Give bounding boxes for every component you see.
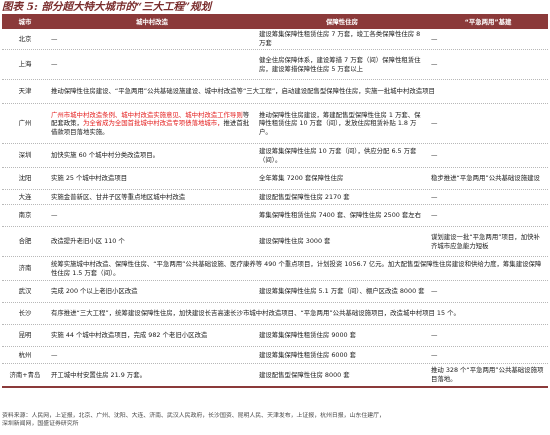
housing-cell: 推动保障性住房建设，筹建配售型保障性住房 1 万套、保障性租赁住房 10 万套（…: [259, 110, 421, 136]
city-cell: 合肥: [18, 237, 32, 246]
housing-cell: 建设配售型保障性住房 8000 套: [259, 370, 350, 379]
housing-cell: 全年筹集 7200 套保障性住房: [259, 174, 344, 183]
housing-cell: 健全住房保障体系，建设筹措 7 万套（间）保障性租赁住房，建设筹措保障性住房 5…: [259, 55, 421, 73]
figure-title: 图表 5: 部分超大特大城市的“三大工程”规划: [2, 1, 212, 13]
renewal-cell: 改造提升老旧小区 110 个: [51, 237, 125, 246]
renewal-cell: 广州市城中村改造条例、城中村改造实施意见、城中村改造工作导则等配套政策，为全省成…: [51, 110, 250, 136]
source-line: 资料来源：人民网，上证报，北京、广州、沈阳、大连、济南、武汉人民政府，长沙国资、…: [2, 413, 385, 419]
table-row: 昆明 实施 44 个城中村改造项目，完成 982 个老旧小区改造 建设筹集保障性…: [2, 325, 548, 347]
city-cell: 济南: [18, 264, 32, 273]
renewal-cell: 完成 200 个以上老旧小区改造: [51, 287, 138, 296]
header-village-renewal: 城中村改造: [136, 18, 168, 27]
housing-cell: 建设配售型保障性住房 2170 套: [259, 192, 350, 201]
dual-use-cell: —: [431, 151, 438, 160]
table-row: 济南+青岛 开工城中村安置住房 21.9 万套。 建设配售型保障性住房 8000…: [2, 364, 548, 386]
housing-cell: 建设筹集保障性租赁住房 7 万套，竣工各类保障性住房 8 万套: [259, 30, 421, 47]
city-cell: 济南+青岛: [9, 370, 41, 379]
source-line: 深圳新闻网，国盛证券研究所: [2, 421, 79, 427]
plan-table: 城市 城中村改造 保障性住房 “平急两用”基建 北京 — 建设筹集保障性租赁住房…: [2, 14, 548, 388]
dual-use-cell: —: [431, 192, 438, 201]
city-cell: 天津: [18, 87, 32, 96]
city-cell: 广州: [18, 119, 32, 128]
merged-plan-cell: 有序推进“三大工程”，统筹建设保障性住房，加快建设长吉高速长沙市城中村改造项目、…: [51, 309, 460, 318]
city-cell: 长沙: [18, 309, 32, 318]
table-row: 深圳 加快实施 60 个城中村分类改造项目。 建设筹集保障性住房 10 万套（间…: [2, 144, 548, 168]
renewal-cell: 实施 25 个城中村改造项目: [51, 174, 128, 183]
renewal-cell: 加快实施 60 个城中村分类改造项目。: [51, 151, 160, 160]
housing-cell: 筹集保障性租赁住房 7400 套、保障性住房 2500 套左右: [259, 211, 422, 220]
renewal-cell: 实施金普新区、甘井子区等重点地区城中村改造: [51, 192, 186, 201]
dual-use-cell: —: [431, 60, 438, 69]
merged-plan-cell: 推动保障性住房建设、“平急两用”公共基础设施建设、城中村改造等“三大工程”，启动…: [51, 87, 435, 96]
table-row: 广州 广州市城中村改造条例、城中村改造实施意见、城中村改造工作导则等配套政策，为…: [2, 104, 548, 144]
policy-highlight: 广州市城中村改造条例、城中村改造实施意见、城中村改造工作导则: [51, 110, 243, 119]
housing-cell: 建设筹集保障性租赁住房 6000 套: [259, 350, 357, 359]
merged-plan-cell: 统筹实施城中村改造、保障性住房、“平急两用”公共基础设施、医疗康养等 490 个…: [51, 259, 542, 277]
housing-cell: 建设保障性住房 3000 套: [259, 237, 331, 246]
city-cell: 大连: [18, 192, 32, 201]
table-row: 大连 实施金普新区、甘井子区等重点地区城中村改造 建设配售型保障性住房 2170…: [2, 190, 548, 205]
dual-use-cell: 推动 328 个“平急两用”公共基础设施项目落地。: [431, 366, 544, 383]
renewal-cell: 开工城中村安置住房 21.9 万套。: [51, 370, 146, 379]
table-row: 南京 — 筹集保障性租赁住房 7400 套、保障性住房 2500 套左右 —: [2, 205, 548, 227]
header-dual-use-infrastructure: “平急两用”基建: [464, 18, 512, 27]
housing-cell: 建设筹集保障性住房 5.1 万套（间）、棚户区改造 8000 套: [259, 287, 425, 296]
table-row: 合肥 改造提升老旧小区 110 个 建设保障性住房 3000 套 谋划建设一批“…: [2, 227, 548, 257]
renewal-cell: —: [51, 350, 58, 359]
table-header-row: 城市 城中村改造 保障性住房 “平急两用”基建: [2, 16, 548, 29]
city-cell: 杭州: [18, 350, 32, 359]
table-row: 沈阳 实施 25 个城中村改造项目 全年筹集 7200 套保障性住房 稳步推进“…: [2, 168, 548, 190]
renewal-cell: 实施 44 个城中村改造项目，完成 982 个老旧小区改造: [51, 331, 208, 340]
table-row: 长沙 有序推进“三大工程”，统筹建设保障性住房，加快建设长吉高速长沙市城中村改造…: [2, 303, 548, 325]
dual-use-cell: —: [431, 34, 438, 43]
source-note: 资料来源：人民网，上证报，北京、广州、沈阳、大连、济南、武汉人民政府，长沙国资、…: [2, 412, 548, 428]
dual-use-cell: —: [431, 119, 438, 128]
dual-use-cell: —: [431, 350, 438, 359]
housing-cell: 建设筹集保障性住房 10 万套（间），供应分配 6.5 万套（间）。: [259, 146, 417, 164]
city-cell: 深圳: [18, 151, 32, 160]
table-row: 武汉 完成 200 个以上老旧小区改造 建设筹集保障性住房 5.1 万套（间）、…: [2, 281, 548, 303]
dual-use-cell: 稳步推进“平急两用”公共基础设施建设: [431, 174, 540, 183]
dual-use-cell: —: [431, 211, 438, 220]
header-city: 城市: [18, 18, 32, 27]
city-cell: 上海: [18, 60, 32, 69]
header-affordable-housing: 保障性住房: [326, 18, 358, 27]
renewal-cell: —: [51, 211, 58, 220]
city-cell: 武汉: [18, 287, 32, 296]
housing-cell: 建设筹集保障性租赁住房 9000 套: [259, 331, 357, 340]
table-row: 北京 — 建设筹集保障性租赁住房 7 万套，竣工各类保障性住房 8 万套 —: [2, 29, 548, 50]
table-row: 杭州 — 建设筹集保障性租赁住房 6000 套 —: [2, 347, 548, 364]
table-row: 上海 — 健全住房保障体系，建设筹措 7 万套（间）保障性租赁住房，建设筹措保障…: [2, 50, 548, 80]
city-cell: 南京: [18, 211, 32, 220]
city-cell: 昆明: [18, 331, 32, 340]
table-row: 天津 推动保障性住房建设、“平急两用”公共基础设施建设、城中村改造等“三大工程”…: [2, 80, 548, 104]
dual-use-cell: —: [431, 331, 438, 340]
table-row: 济南 统筹实施城中村改造、保障性住房、“平急两用”公共基础设施、医疗康养等 49…: [2, 257, 548, 281]
dual-use-cell: 谋划建设一批“平急两用”项目，加快补齐城市应急能力短板: [431, 232, 540, 250]
policy-highlight: 为全省成为全国首批城中村改造专项债落地城市，: [82, 119, 224, 128]
renewal-cell: —: [51, 34, 58, 43]
renewal-cell: —: [51, 60, 58, 69]
city-cell: 北京: [18, 34, 32, 43]
city-cell: 沈阳: [18, 174, 32, 183]
dual-use-cell: —: [431, 287, 438, 296]
